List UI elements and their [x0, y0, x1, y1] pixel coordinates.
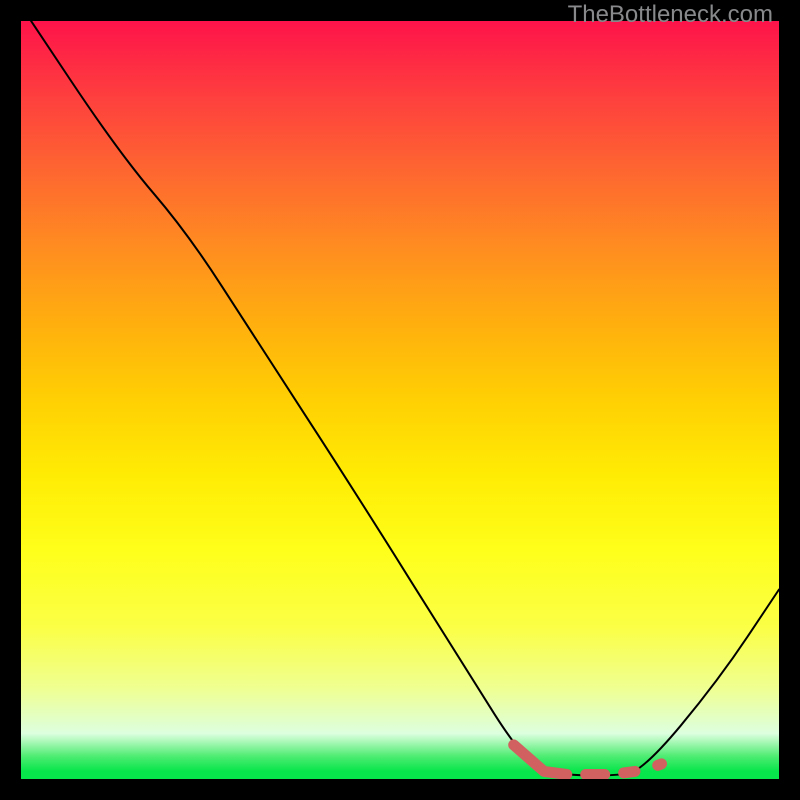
- series-highlight-band: [514, 745, 567, 775]
- series-highlight-dot: [658, 764, 662, 766]
- series-container: [21, 21, 779, 775]
- watermark-text: TheBottleneck.com: [568, 1, 773, 29]
- plot-area: [21, 21, 779, 779]
- chart-svg: [21, 21, 779, 779]
- frame-border-left: [0, 0, 21, 800]
- series-bottleneck-curve: [21, 21, 779, 775]
- series-highlight-dash-2: [624, 771, 635, 773]
- chart-frame: TheBottleneck.com: [0, 0, 800, 800]
- frame-border-bottom: [0, 779, 800, 800]
- frame-border-right: [779, 0, 800, 800]
